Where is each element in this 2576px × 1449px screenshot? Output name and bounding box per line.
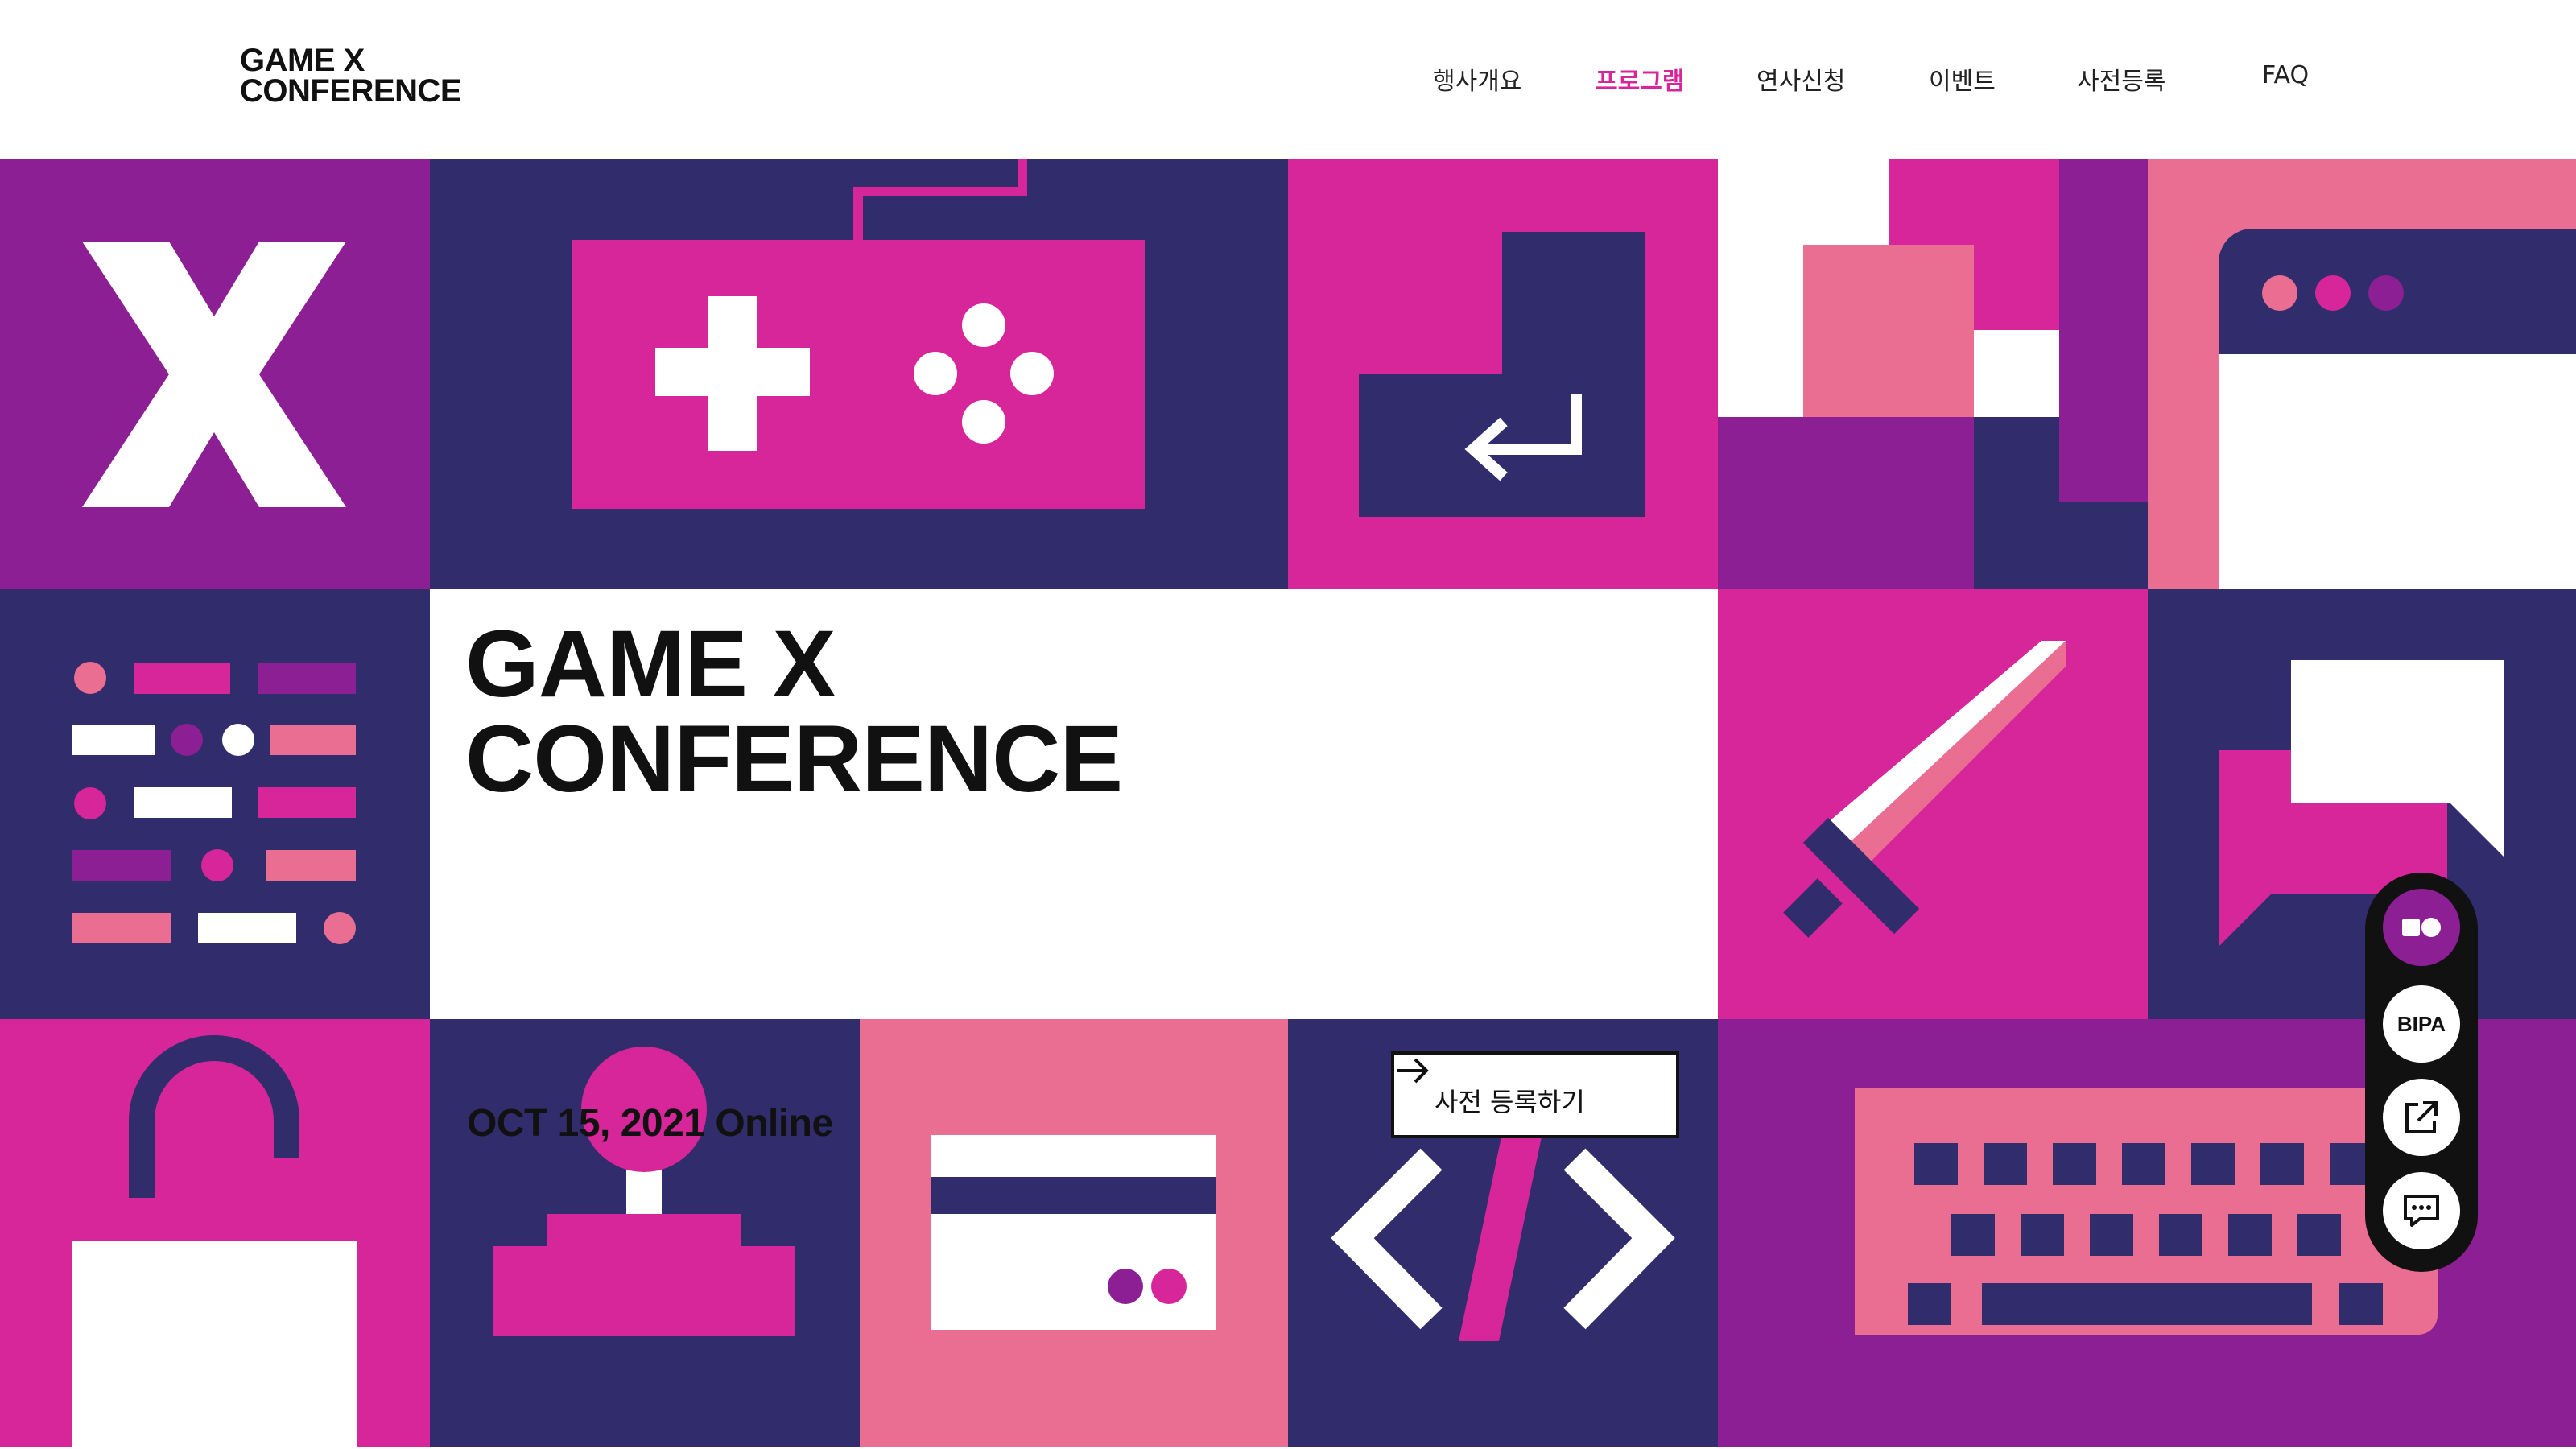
nav-item-program[interactable]: 프로그램: [1596, 61, 1684, 97]
x-logo-tile: [0, 159, 430, 589]
preregister-button-label: 사전 등록하기: [1435, 1087, 1585, 1117]
bipa-label: BIPA: [2396, 1011, 2446, 1036]
nav-item-overview[interactable]: 행사개요: [1433, 61, 1521, 97]
chat-icon[interactable]: [2383, 1172, 2460, 1249]
browser-window-tile: [2148, 159, 2576, 589]
hero-title-line-2: CONFERENCE: [465, 706, 1123, 812]
main-nav: 행사개요 프로그램 연사신청 이벤트 사전등록 FAQ: [0, 61, 2576, 100]
enter-key-tile: [1288, 159, 1718, 589]
arrow-right-icon: [1397, 1058, 1429, 1084]
gamepad-tile: [430, 159, 1288, 589]
toggle-icon[interactable]: [2383, 889, 2460, 966]
hero-title: GAME X CONFERENCE: [465, 611, 1123, 812]
external-link-icon[interactable]: [2383, 1079, 2460, 1156]
hero-tile-grid: [0, 159, 2576, 1449]
nav-item-event[interactable]: 이벤트: [1929, 61, 1996, 97]
bipa-button[interactable]: BIPA: [2383, 985, 2460, 1063]
blocks-tile: [1718, 159, 2148, 589]
hero-title-line-1: GAME X: [465, 611, 836, 717]
chat-bubbles-tile: [2148, 589, 2576, 1019]
floating-quick-menu: BIPA: [2365, 873, 2478, 1272]
nav-item-faq[interactable]: FAQ: [2262, 61, 2309, 89]
nav-item-preregister[interactable]: 사전등록: [2077, 61, 2165, 97]
sword-tile: [1718, 589, 2148, 1019]
event-date: OCT 15, 2021 Online: [467, 1102, 833, 1145]
site-header: GAME X CONFERENCE 행사개요 프로그램 연사신청 이벤트 사전등…: [0, 0, 2576, 159]
credit-card-tile: [860, 1019, 1288, 1449]
preregister-button[interactable]: 사전 등록하기: [1391, 1051, 1679, 1138]
hero-section: GAME X CONFERENCE OCT 15, 2021 Online 사전…: [0, 159, 2576, 1449]
nav-item-speaker-apply[interactable]: 연사신청: [1757, 61, 1845, 97]
padlock-tile: [0, 1019, 430, 1449]
dots-dashes-tile: [0, 589, 430, 1019]
joystick-tile: [430, 1019, 860, 1449]
